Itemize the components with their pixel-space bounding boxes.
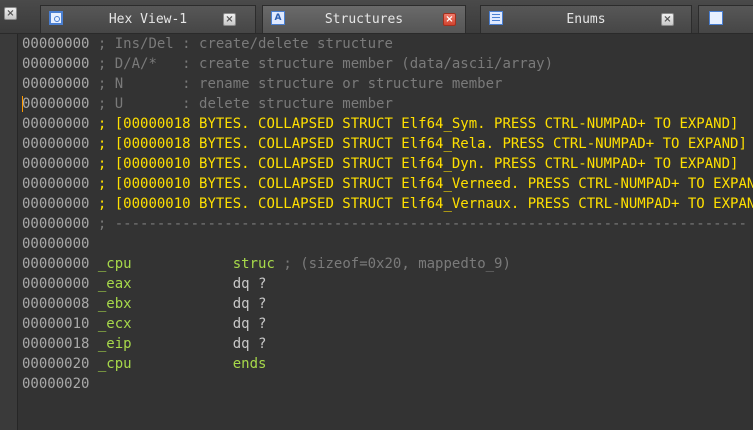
- row-address: 00000018: [22, 336, 90, 352]
- struct-comment: ; (sizeof=0x20, mappedto_9): [283, 256, 511, 272]
- help-comment: ; Ins/Del : create/delete structure: [89, 36, 393, 52]
- text-cursor: [22, 96, 23, 112]
- tab-hex-view[interactable]: Hex View-1 ×: [40, 5, 256, 33]
- close-window-icon[interactable]: ×: [4, 7, 17, 20]
- listing-row[interactable]: 00000000 ; D/A/* : create structure memb…: [22, 54, 753, 74]
- row-address: 00000000: [22, 276, 90, 292]
- member-name[interactable]: _eip: [98, 336, 132, 352]
- row-address: 00000000: [22, 136, 90, 152]
- member-name[interactable]: _cpu: [98, 356, 132, 372]
- tab-label: Enums: [566, 12, 606, 27]
- listing-row[interactable]: 00000000 ; [00000010 BYTES. COLLAPSED ST…: [22, 174, 753, 194]
- listing-row[interactable]: 00000000 ; U : delete structure member: [22, 94, 753, 114]
- listing-row[interactable]: 00000000 ; [00000018 BYTES. COLLAPSED ST…: [22, 114, 753, 134]
- member-type: ends: [232, 356, 267, 372]
- collapsed-struct-comment[interactable]: ; [00000010 BYTES. COLLAPSED STRUCT Elf6…: [89, 156, 739, 172]
- row-address: 00000000: [22, 76, 90, 92]
- member-name[interactable]: _cpu: [98, 256, 132, 272]
- close-tab-icon[interactable]: ×: [223, 13, 236, 26]
- member-name[interactable]: _eax: [98, 276, 132, 292]
- help-comment: ; D/A/* : create structure member (data/…: [89, 56, 554, 72]
- row-address: 00000000: [22, 156, 90, 172]
- row-address: 00000000: [22, 96, 90, 112]
- member-name[interactable]: _ecx: [98, 316, 132, 332]
- member-type: dq ?: [232, 316, 267, 332]
- listing-row[interactable]: 00000020 _cpu ends: [22, 354, 753, 374]
- member-name[interactable]: _ebx: [98, 296, 132, 312]
- listing-row[interactable]: 00000000 _cpu struc ; (sizeof=0x20, mapp…: [22, 254, 753, 274]
- close-tab-icon[interactable]: ×: [661, 13, 674, 26]
- listing-row[interactable]: 00000008 _ebx dq ?: [22, 294, 753, 314]
- row-address: 00000000: [22, 236, 90, 252]
- collapsed-struct-comment[interactable]: ; [00000010 BYTES. COLLAPSED STRUCT Elf6…: [89, 176, 753, 192]
- listing-row[interactable]: 00000000 ; [00000010 BYTES. COLLAPSED ST…: [22, 194, 753, 214]
- help-comment: ; --------------------------------------…: [89, 216, 747, 232]
- row-address: 00000020: [22, 376, 90, 392]
- help-comment: ; U : delete structure member: [89, 96, 393, 112]
- listing-row[interactable]: 00000000 ; [00000018 BYTES. COLLAPSED ST…: [22, 134, 753, 154]
- listing-row[interactable]: 00000018 _eip dq ?: [22, 334, 753, 354]
- row-address: 00000000: [22, 256, 90, 272]
- tab-enums[interactable]: Enums ×: [480, 5, 692, 33]
- listing-row[interactable]: 00000000: [22, 234, 753, 254]
- tab-structures[interactable]: A Structures ×: [262, 5, 466, 33]
- row-address: 00000000: [22, 36, 90, 52]
- row-address: 00000000: [22, 116, 90, 132]
- tab-label: Structures: [324, 12, 404, 27]
- structures-listing[interactable]: 00000000 ; Ins/Del : create/delete struc…: [22, 34, 753, 394]
- tab-bar: × Hex View-1 × A Structures × Enums ×: [0, 0, 753, 34]
- tab-overflow[interactable]: [698, 5, 753, 33]
- listing-row[interactable]: 00000020: [22, 374, 753, 394]
- tab-icon: [709, 11, 723, 25]
- row-address: 00000000: [22, 196, 90, 212]
- member-type: dq ?: [232, 336, 267, 352]
- listing-row[interactable]: 00000000 ; Ins/Del : create/delete struc…: [22, 34, 753, 54]
- listing-row[interactable]: 00000010 _ecx dq ?: [22, 314, 753, 334]
- close-tab-icon[interactable]: ×: [443, 13, 456, 26]
- collapsed-struct-comment[interactable]: ; [00000010 BYTES. COLLAPSED STRUCT Elf6…: [89, 196, 753, 212]
- member-type: dq ?: [232, 276, 267, 292]
- collapsed-struct-comment[interactable]: ; [00000018 BYTES. COLLAPSED STRUCT Elf6…: [89, 136, 747, 152]
- left-gutter: [0, 34, 18, 430]
- row-address: 00000000: [22, 176, 90, 192]
- listing-row[interactable]: 00000000 _eax dq ?: [22, 274, 753, 294]
- listing-row[interactable]: 00000000 ; -----------------------------…: [22, 214, 753, 234]
- help-comment: ; N : rename structure or structure memb…: [89, 76, 503, 92]
- listing-row[interactable]: 00000000 ; [00000010 BYTES. COLLAPSED ST…: [22, 154, 753, 174]
- collapsed-struct-comment[interactable]: ; [00000018 BYTES. COLLAPSED STRUCT Elf6…: [89, 116, 739, 132]
- row-address: 00000000: [22, 216, 90, 232]
- row-address: 00000010: [22, 316, 90, 332]
- row-address: 00000008: [22, 296, 90, 312]
- member-type: struc: [232, 256, 275, 272]
- row-address: 00000000: [22, 56, 90, 72]
- listing-row[interactable]: 00000000 ; N : rename structure or struc…: [22, 74, 753, 94]
- member-type: dq ?: [232, 296, 267, 312]
- row-address: 00000020: [22, 356, 90, 372]
